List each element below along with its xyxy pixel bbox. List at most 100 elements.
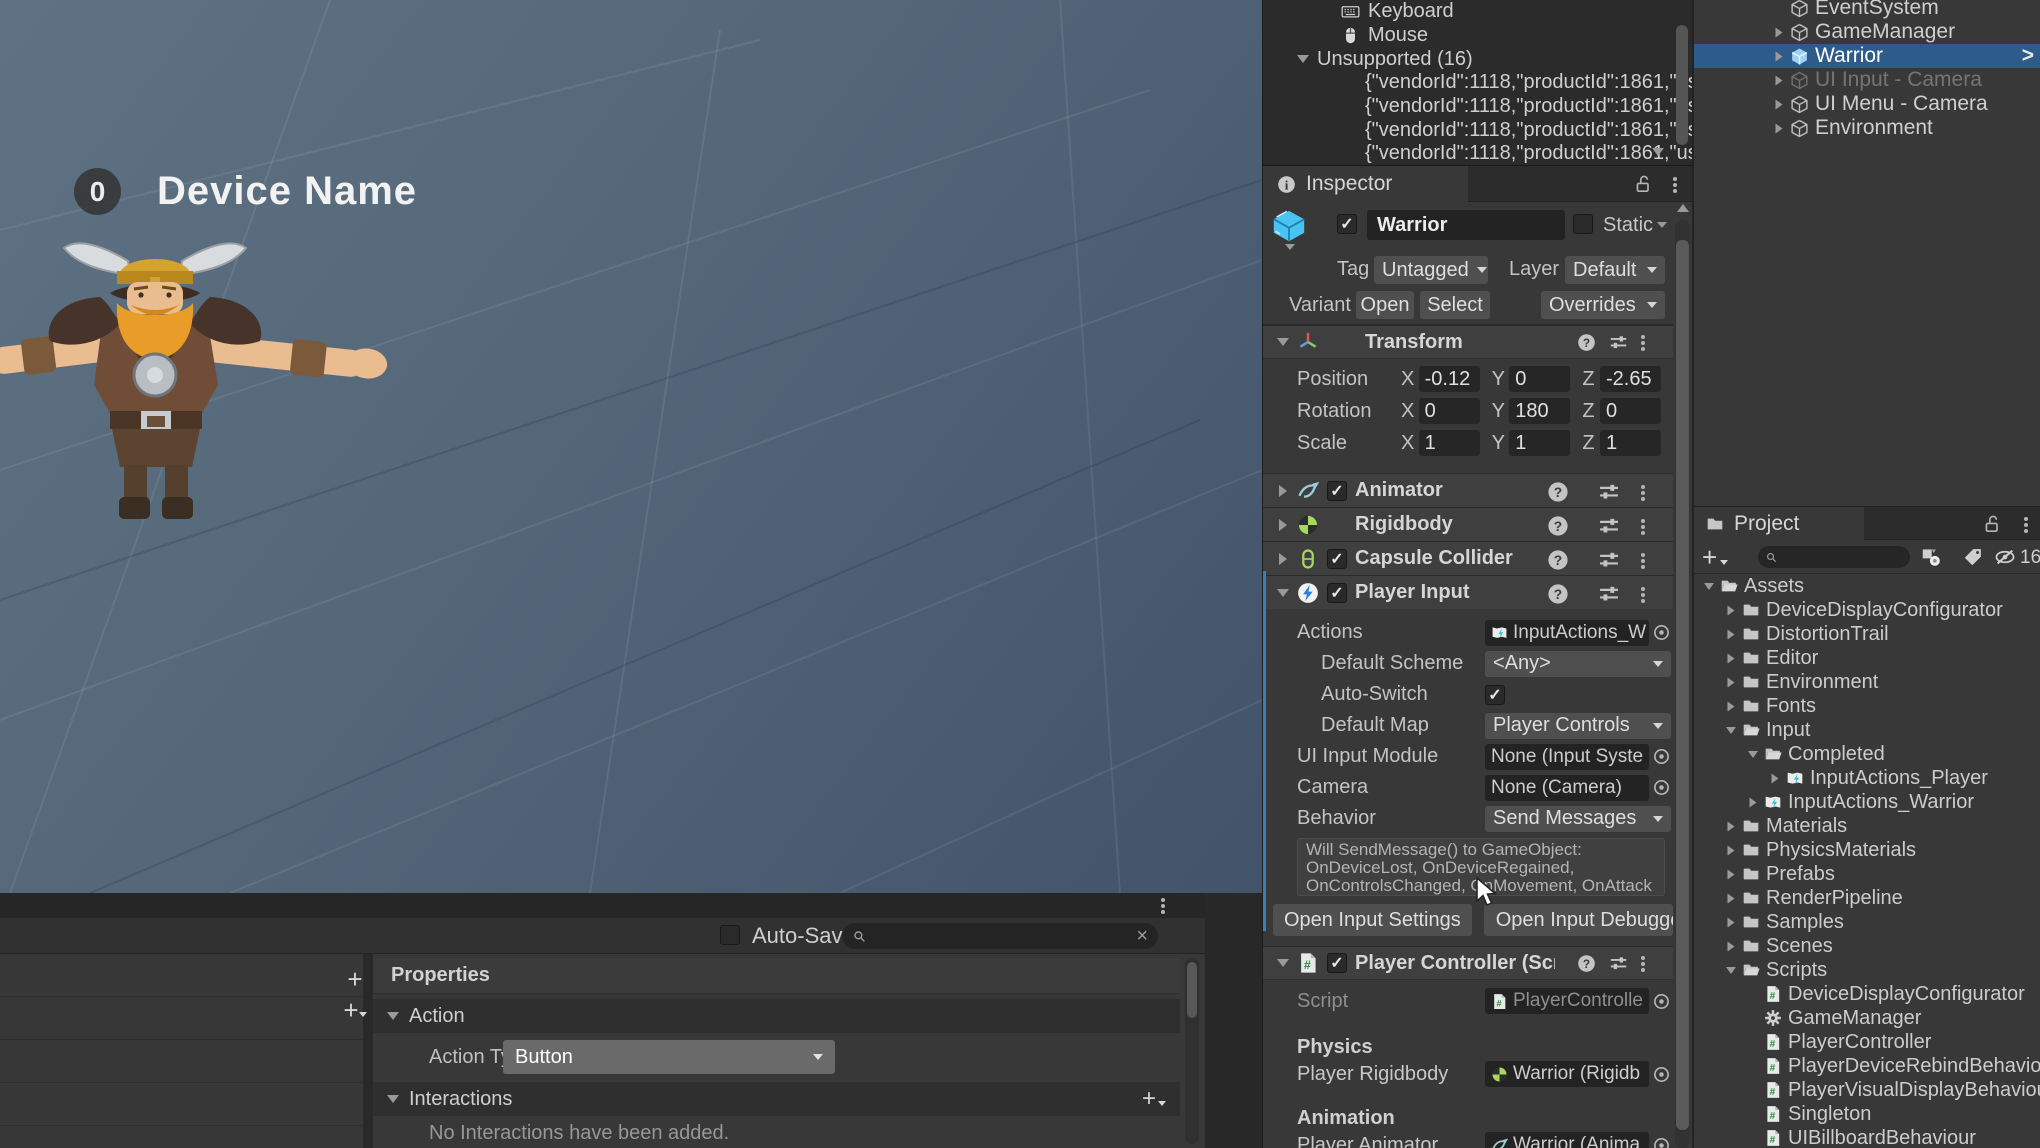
device-list-row[interactable]: {"vendorId":1118,"productId":1861,"usa: [1263, 95, 1692, 119]
help-icon[interactable]: ?: [1577, 954, 1596, 973]
expand-arrow-icon[interactable]: [1748, 750, 1758, 758]
expand-arrow-icon[interactable]: [1727, 893, 1735, 903]
add-action-dropdown-button[interactable]: +: [340, 997, 370, 1023]
actions-list-column[interactable]: [0, 954, 363, 1148]
dropdown[interactable]: <Any>: [1485, 650, 1671, 677]
expand-arrow-icon[interactable]: [1727, 677, 1735, 687]
hidden-items-icon[interactable]: [1994, 546, 2016, 568]
active-checkbox[interactable]: [1337, 214, 1357, 234]
project-tree-item[interactable]: InputActions_Warrior: [1694, 790, 2040, 814]
object-picker-icon[interactable]: [1652, 1065, 1671, 1084]
project-tree-item[interactable]: Scripts: [1694, 958, 2040, 982]
x-field[interactable]: 1: [1418, 430, 1480, 456]
expand-arrow-icon[interactable]: [1727, 845, 1735, 855]
project-tree-item[interactable]: DistortionTrail: [1694, 622, 2040, 646]
presets-icon[interactable]: [1598, 549, 1620, 571]
expand-arrow-icon[interactable]: [1775, 99, 1783, 109]
expand-arrow-icon[interactable]: [1775, 51, 1783, 61]
tab-inspector[interactable]: i Inspector: [1263, 166, 1468, 202]
project-tree-item[interactable]: GameManager: [1694, 1006, 2040, 1030]
object-field[interactable]: InputActions_W: [1485, 619, 1649, 646]
project-tree-item[interactable]: Scenes: [1694, 934, 2040, 958]
open-input-debugger-button[interactable]: Open Input Debugge: [1483, 904, 1673, 936]
expand-arrow-icon[interactable]: [1775, 75, 1783, 85]
project-tree-item[interactable]: Input: [1694, 718, 2040, 742]
action-list-row[interactable]: [0, 1126, 363, 1148]
project-tree-item[interactable]: # UIBillboardBehaviour: [1694, 1126, 2040, 1148]
hierarchy-item[interactable]: Warrior >: [1694, 44, 2040, 68]
object-picker-icon[interactable]: [1652, 992, 1671, 1011]
action-list-row[interactable]: [0, 954, 363, 997]
x-field[interactable]: 0: [1418, 398, 1480, 424]
expand-arrow-icon[interactable]: [1727, 629, 1735, 639]
transform-header[interactable]: Transform ?: [1263, 325, 1673, 359]
help-icon[interactable]: ?: [1547, 481, 1569, 503]
lock-icon[interactable]: [1633, 174, 1653, 194]
project-tree-item[interactable]: Environment: [1694, 670, 2040, 694]
help-icon[interactable]: ?: [1577, 333, 1596, 352]
project-tree-item[interactable]: # DeviceDisplayConfigurator: [1694, 982, 2040, 1006]
label-filter-icon[interactable]: [1962, 546, 1984, 568]
presets-icon[interactable]: [1598, 583, 1620, 605]
project-tree-item[interactable]: DeviceDisplayConfigurator: [1694, 598, 2040, 622]
component-header[interactable]: Capsule Collider ?: [1263, 541, 1673, 575]
create-asset-button[interactable]: +: [1702, 542, 1729, 573]
static-checkbox[interactable]: [1573, 214, 1593, 234]
action-type-dropdown[interactable]: Button: [503, 1040, 835, 1074]
scene-view[interactable]: 0 Device Name: [0, 0, 1262, 893]
script-field[interactable]: # PlayerControlle: [1485, 988, 1649, 1014]
action-list-row[interactable]: [0, 1040, 363, 1083]
help-icon[interactable]: ?: [1547, 549, 1569, 571]
static-dropdown-icon[interactable]: [1657, 222, 1667, 228]
project-tree-item[interactable]: Assets: [1694, 574, 2040, 598]
component-menu-icon[interactable]: [1641, 518, 1645, 535]
action-list-row[interactable]: [0, 997, 363, 1040]
dropdown[interactable]: Player Controls: [1485, 712, 1671, 739]
component-menu-icon[interactable]: [1641, 552, 1645, 569]
actions-editor-menu-icon[interactable]: [1161, 897, 1165, 914]
select-button[interactable]: Select: [1420, 291, 1490, 319]
tag-dropdown[interactable]: Untagged: [1374, 256, 1488, 284]
y-field[interactable]: 1: [1509, 430, 1571, 456]
inspector-scrollbar[interactable]: [1675, 204, 1690, 1148]
expand-arrow-icon[interactable]: [1727, 605, 1735, 615]
project-tree-item[interactable]: Prefabs: [1694, 862, 2040, 886]
z-field[interactable]: 0: [1599, 398, 1662, 424]
expand-arrow-icon[interactable]: [1727, 653, 1735, 663]
open-button[interactable]: Open: [1356, 291, 1414, 319]
presets-icon[interactable]: [1598, 515, 1620, 537]
dropdown[interactable]: Send Messages: [1485, 805, 1671, 832]
component-checkbox[interactable]: [1327, 480, 1347, 501]
object-picker-icon[interactable]: [1652, 747, 1671, 766]
hierarchy-item[interactable]: UI Menu - Camera >: [1694, 92, 2040, 116]
component-menu-icon[interactable]: [1641, 334, 1645, 351]
expand-arrow-icon[interactable]: [1726, 726, 1736, 734]
component-menu-icon[interactable]: [1641, 484, 1645, 501]
presets-icon[interactable]: [1609, 954, 1628, 973]
hierarchy-item[interactable]: GameManager >: [1694, 20, 2040, 44]
object-picker-icon[interactable]: [1652, 778, 1671, 797]
object-field[interactable]: None (Camera): [1485, 774, 1649, 801]
expand-arrow-icon[interactable]: [1727, 917, 1735, 927]
expand-arrow-icon[interactable]: [1727, 941, 1735, 951]
z-field[interactable]: -2.65: [1599, 366, 1662, 392]
player-animator-field[interactable]: Warrior (Anima: [1485, 1132, 1649, 1148]
auto-save-checkbox[interactable]: [720, 925, 740, 945]
hierarchy-item[interactable]: Environment >: [1694, 116, 2040, 140]
component-checkbox[interactable]: [1327, 548, 1347, 569]
expand-arrow-icon[interactable]: [1771, 773, 1779, 783]
hierarchy-item[interactable]: EventSystem >: [1694, 0, 2040, 20]
layer-dropdown[interactable]: Default: [1565, 256, 1665, 284]
project-tree-item[interactable]: Editor: [1694, 646, 2040, 670]
properties-scrollbar[interactable]: [1185, 958, 1199, 1144]
device-list-row[interactable]: Keyboard: [1263, 0, 1692, 24]
expand-arrow-icon[interactable]: [1775, 27, 1783, 37]
project-tree-item[interactable]: Fonts: [1694, 694, 2040, 718]
project-tree-item[interactable]: Completed: [1694, 742, 2040, 766]
project-menu-icon[interactable]: [2024, 516, 2028, 533]
project-tree-item[interactable]: Samples: [1694, 910, 2040, 934]
device-list-row[interactable]: Mouse: [1263, 24, 1692, 48]
gameobject-name-field[interactable]: Warrior: [1367, 210, 1565, 240]
presets-icon[interactable]: [1609, 333, 1628, 352]
overrides-dropdown[interactable]: Overrides: [1541, 291, 1665, 319]
